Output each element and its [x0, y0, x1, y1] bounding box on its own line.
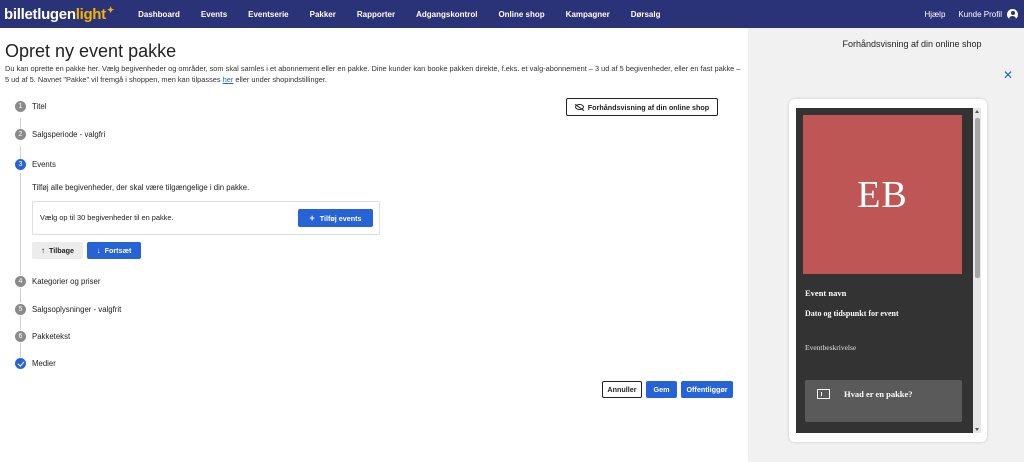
billetlugen-logo[interactable]: billetlugen light ✦ [4, 4, 115, 23]
phone-preview-screen: EB Event navn Dato og tidspunkt for even… [796, 108, 981, 433]
step-label: Salgsperiode - valgfri [32, 130, 106, 139]
step-connector [20, 288, 21, 303]
nav-item-kampagner[interactable]: Kampagner [556, 10, 621, 19]
step-number: 5 [15, 304, 26, 315]
help-link[interactable]: Hjælp [925, 10, 946, 19]
profile-link[interactable]: Kunde Profil [958, 10, 1002, 19]
plus-icon: + [309, 213, 315, 223]
step-connector [20, 146, 21, 160]
step-medier[interactable]: Medier [15, 358, 56, 369]
step-connector [20, 343, 21, 357]
step-label: Medier [32, 359, 56, 368]
events-selection-box: Vælg op til 30 begivenheder til en pakke… [32, 201, 380, 235]
preview-event-date: Dato og tidspunkt for event [805, 309, 899, 318]
step-events[interactable]: 3 Events [15, 159, 56, 170]
back-button-label: Tilbage [48, 246, 75, 255]
check-circle-icon [15, 358, 26, 369]
logo-star-icon: ✦ [106, 4, 115, 15]
page-title: Opret ny event pakke [5, 41, 177, 61]
close-icon[interactable]: ✕ [1003, 69, 1013, 81]
user-icon[interactable] [1007, 8, 1018, 20]
step-number: 3 [15, 159, 26, 170]
nav-item-eventserie[interactable]: Eventserie [238, 10, 299, 19]
step-salgsperiode[interactable]: 2 Salgsperiode - valgfri [15, 129, 105, 140]
top-right-menu: Hjælp Kunde Profil [925, 0, 1018, 28]
step-number: 6 [15, 331, 26, 342]
step-connector [20, 316, 21, 330]
nav-item-adgangskontrol[interactable]: Adgangskontrol [406, 10, 488, 19]
scrollbar-thumb[interactable] [974, 118, 980, 278]
shop-preview-panel: Forhåndsvisning af din online shop ✕ EB … [748, 28, 1024, 462]
step-kategorier[interactable]: 4 Kategorier og priser [15, 276, 100, 287]
step-label: Kategorier og priser [32, 277, 101, 286]
step-salgsoplysninger[interactable]: 5 Salgsoplysninger - valgfrit [15, 304, 121, 315]
preview-event-description: Eventbeskrivelse [805, 343, 857, 352]
eye-slash-icon [574, 104, 584, 110]
step-label: Titel [32, 102, 47, 111]
nav-item-pakker[interactable]: Pakker [300, 10, 347, 19]
nav-item-events[interactable]: Events [191, 10, 238, 19]
add-events-button[interactable]: + Tilføj events [298, 209, 373, 227]
event-initials: EB [857, 173, 908, 216]
intro-text-end: eller under shopindstillinger. [233, 75, 327, 84]
step-number: 1 [15, 101, 26, 112]
scroll-up-arrow-icon[interactable] [974, 110, 979, 113]
step-label: Salgsoplysninger - valgfrit [32, 305, 122, 314]
logo-text-light: light [75, 5, 106, 23]
preview-panel-title: Forhåndsvisning af din online shop [842, 39, 982, 49]
event-image-placeholder: EB [803, 115, 962, 274]
package-info-card[interactable]: Hvad er en pakke? [805, 380, 962, 422]
main-nav: Dashboard Events Eventserie Pakker Rappo… [128, 10, 671, 19]
step-number: 4 [15, 276, 26, 287]
top-navigation-bar: billetlugen light ✦ Dashboard Events Event… [0, 0, 1024, 28]
preview-event-name: Event navn [805, 288, 847, 298]
publish-button[interactable]: Offentliggør [681, 381, 733, 398]
logo-text-main: billetlugen [4, 5, 76, 23]
continue-button[interactable]: ↓ Fortsæt [87, 242, 141, 259]
preview-shop-button[interactable]: Forhåndsvisning af din online shop [566, 98, 718, 116]
phone-preview-frame: EB Event navn Dato og tidspunkt for even… [789, 99, 987, 442]
events-hint: Vælg op til 30 begivenheder til en pakke… [40, 213, 174, 222]
events-step-description: Tilføj alle begivenheder, der skal være … [32, 183, 250, 192]
intro-link-her[interactable]: her [223, 75, 234, 84]
package-info-title: Hvad er en pakke? [844, 389, 913, 399]
nav-item-rapporter[interactable]: Rapporter [347, 10, 406, 19]
step-label: Pakketekst [32, 332, 71, 341]
arrow-up-icon: ↑ [40, 246, 45, 255]
main-content: Opret ny event pakke Du kan oprette en p… [0, 28, 748, 462]
nav-item-dorsalg[interactable]: Dørsalg [621, 10, 672, 19]
step-pakketekst[interactable]: 6 Pakketekst [15, 331, 70, 342]
intro-text: Du kan oprette en pakke her. Vælg begive… [5, 63, 745, 85]
scroll-down-arrow-icon[interactable] [974, 428, 979, 431]
step-titel[interactable]: 1 Titel [15, 101, 46, 112]
save-button[interactable]: Gem [646, 381, 677, 398]
step-connector [20, 173, 21, 275]
preview-scrollbar[interactable] [973, 108, 981, 433]
step-number: 2 [15, 129, 26, 140]
nav-item-online-shop[interactable]: Online shop [488, 10, 555, 19]
arrow-down-icon: ↓ [96, 246, 101, 255]
preview-shop-button-label: Forhåndsvisning af din online shop [587, 102, 710, 112]
nav-item-dashboard[interactable]: Dashboard [128, 10, 191, 19]
intro-text-start: Du kan oprette en pakke her. Vælg begive… [5, 64, 741, 84]
step-label: Events [32, 160, 56, 169]
continue-button-label: Fortsæt [104, 246, 132, 255]
add-events-button-label: Tilføj events [319, 213, 362, 223]
back-button[interactable]: ↑ Tilbage [32, 242, 83, 259]
ticket-icon [817, 389, 830, 399]
cancel-button[interactable]: Annuller [602, 381, 642, 398]
